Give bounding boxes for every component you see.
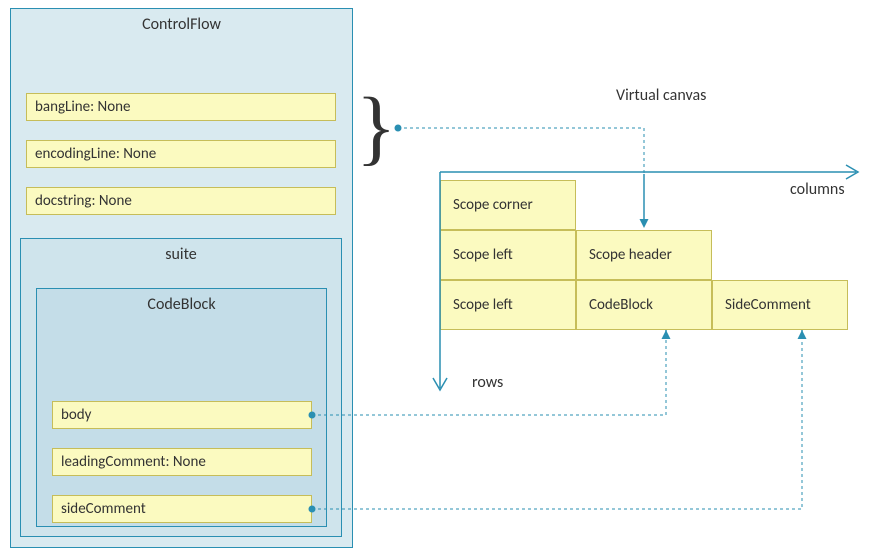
field-docstring: docstring: None — [26, 187, 336, 215]
rows-axis-label: rows — [472, 373, 503, 392]
brace-icon: } — [356, 86, 396, 170]
columns-axis-arrow — [440, 165, 858, 179]
columns-axis-label: columns — [790, 180, 845, 199]
cell-scope-header: Scope header — [576, 230, 712, 280]
field-sidecomment: sideComment — [52, 495, 312, 523]
cell-scope-left-2: Scope left — [440, 280, 576, 330]
field-encodingline: encodingLine: None — [26, 140, 336, 168]
cell-scope-left-1: Scope left — [440, 230, 576, 280]
field-leadingcomment: leadingComment: None — [52, 448, 312, 476]
cell-scope-corner: Scope corner — [440, 180, 576, 230]
panel-codeblock-title: CodeBlock — [37, 295, 326, 314]
cell-codeblock: CodeBlock — [576, 280, 712, 330]
cell-sidecomment: SideComment — [712, 280, 848, 330]
field-bangline: bangLine: None — [26, 93, 336, 121]
connector-sidecomment-to-cell — [309, 330, 807, 513]
virtual-canvas-title: Virtual canvas — [616, 86, 706, 105]
panel-controlflow-title: ControlFlow — [11, 15, 352, 34]
panel-suite-title: suite — [21, 245, 341, 264]
field-body: body — [52, 401, 312, 429]
